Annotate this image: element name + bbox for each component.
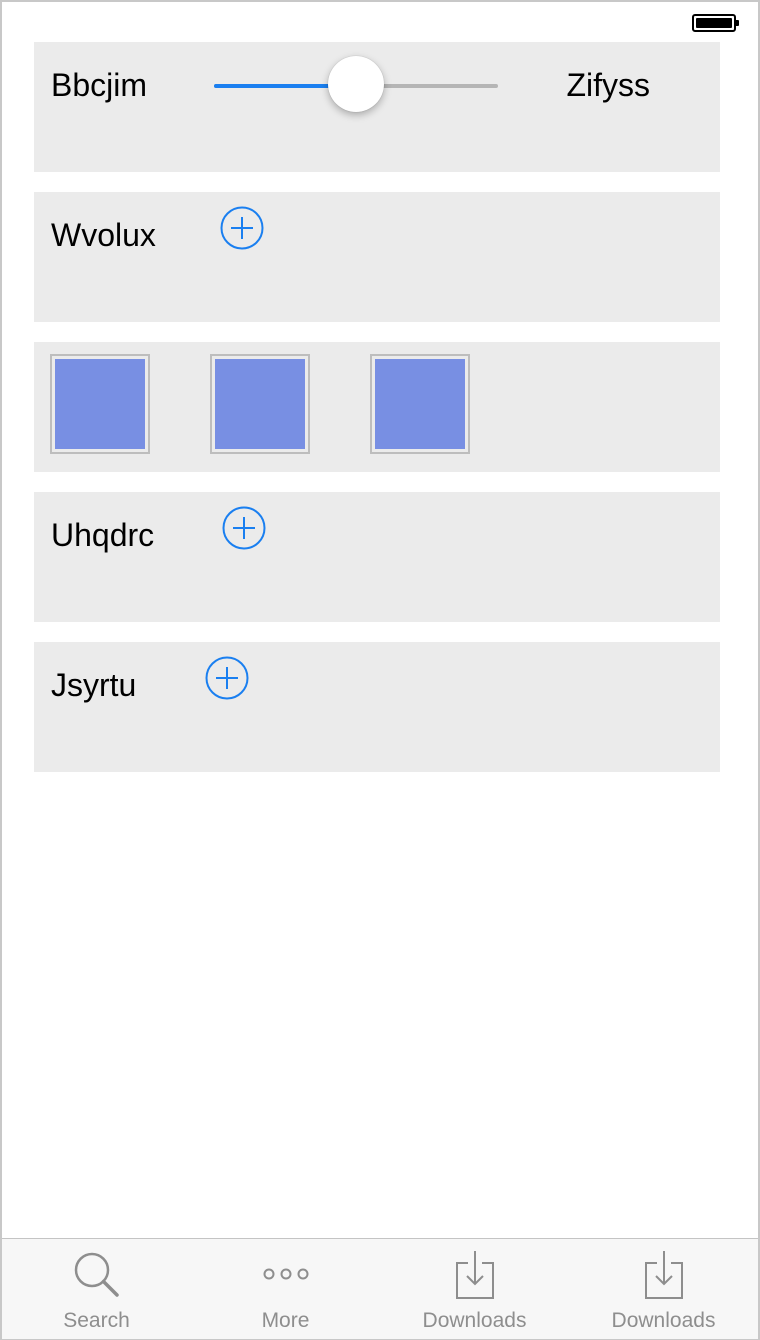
add-circle-icon[interactable]	[222, 506, 266, 550]
tab-downloads-2[interactable]: Downloads	[569, 1239, 758, 1339]
slider-row: Bbcjim Zifyss	[34, 42, 720, 172]
tab-label: Downloads	[611, 1309, 716, 1332]
battery-icon	[692, 14, 739, 32]
downloads-icon	[455, 1251, 494, 1299]
add-row-label: Wvolux	[51, 217, 156, 253]
thumbnail-row	[34, 342, 720, 472]
status-bar	[2, 2, 758, 42]
tab-bar: Search More Downloads Downloads	[2, 1238, 758, 1339]
slider-max-label: Zifyss	[566, 67, 650, 103]
search-icon	[74, 1252, 119, 1297]
add-row-jsyrtu: Jsyrtu	[34, 642, 720, 772]
tab-label: Search	[63, 1309, 130, 1332]
add-row-uhqdrc: Uhqdrc	[34, 492, 720, 622]
add-circle-icon[interactable]	[220, 206, 264, 250]
tab-downloads[interactable]: Downloads	[380, 1239, 569, 1339]
tab-label: Downloads	[422, 1309, 527, 1332]
thumbnail-image[interactable]	[50, 354, 150, 454]
app-screen: Bbcjim Zifyss Wvolux Uhqdrc Jsyrtu Searc…	[0, 0, 760, 1340]
thumbnail-image[interactable]	[370, 354, 470, 454]
add-row-wvolux: Wvolux	[34, 192, 720, 322]
slider-min-label: Bbcjim	[51, 67, 148, 103]
tab-search[interactable]: Search	[2, 1239, 191, 1339]
add-row-label: Jsyrtu	[51, 667, 137, 703]
more-icon	[263, 1268, 308, 1280]
tab-label: More	[261, 1309, 310, 1332]
downloads-icon	[644, 1251, 683, 1299]
thumbnail-image[interactable]	[210, 354, 310, 454]
add-row-label: Uhqdrc	[51, 517, 155, 553]
tab-more[interactable]: More	[191, 1239, 380, 1339]
add-circle-icon[interactable]	[205, 656, 249, 700]
slider-thumb[interactable]	[328, 56, 384, 112]
